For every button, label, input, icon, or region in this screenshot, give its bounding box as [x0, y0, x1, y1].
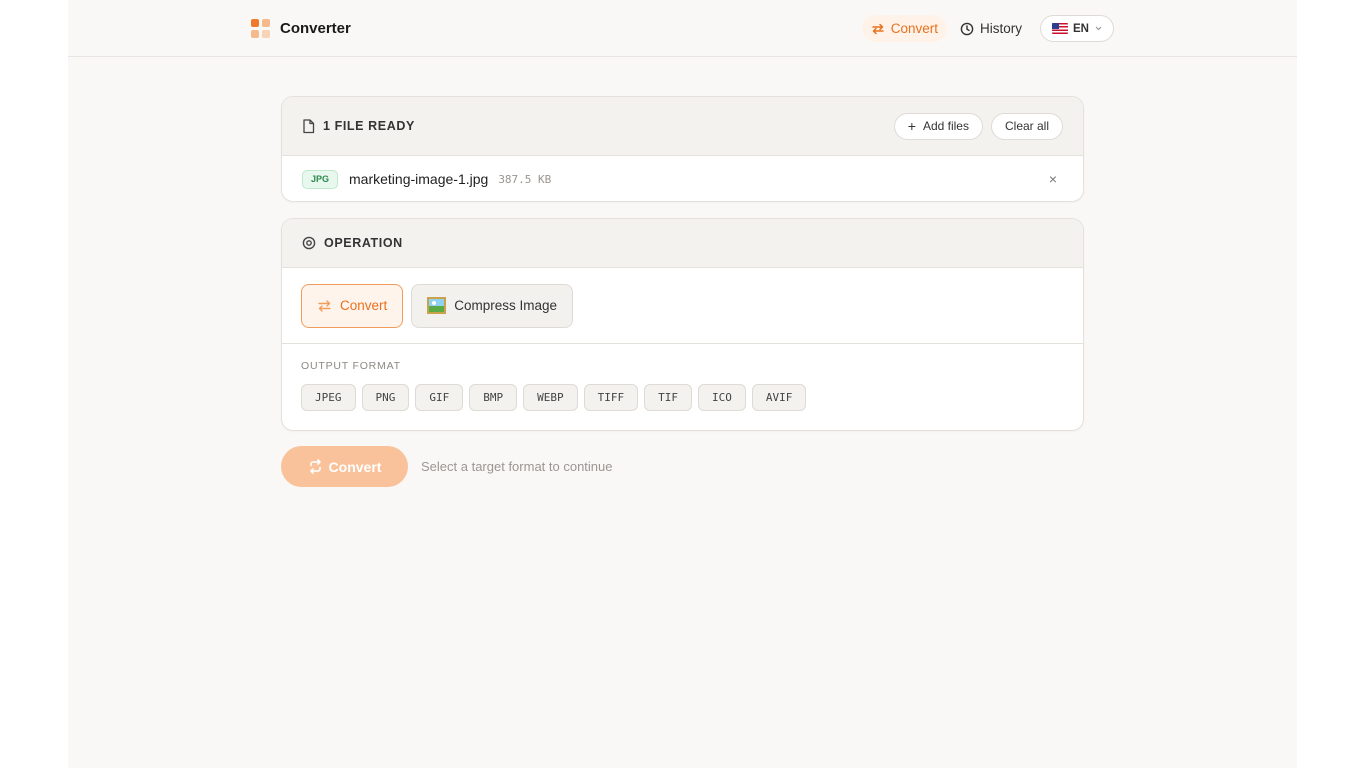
chevron-down-icon	[1095, 26, 1102, 31]
files-actions: + Add files Clear all	[886, 112, 1063, 140]
swap-arrows-icon	[309, 459, 321, 474]
swap-arrows-icon	[318, 299, 331, 312]
format-ico-button[interactable]: ICO	[698, 384, 746, 411]
files-card: 1 FILE READY + Add files Clear all JPG m…	[281, 96, 1084, 202]
operation-convert-button[interactable]: Convert	[301, 283, 404, 328]
file-type-badge: JPG	[302, 169, 339, 189]
operation-compress-label: Compress Image	[454, 298, 558, 313]
top-nav: Convert History EN	[858, 15, 1114, 42]
top-header: Converter Convert History EN	[68, 0, 1297, 57]
remove-file-close-icon[interactable]: ×	[1049, 171, 1057, 187]
add-files-button[interactable]: + Add files	[893, 112, 983, 140]
operation-card: OPERATION Convert Compress Image OUTPUT …	[281, 218, 1084, 431]
output-format-section: OUTPUT FORMAT JPEG PNG GIF BMP WEBP TIFF…	[282, 344, 1083, 411]
clear-all-button[interactable]: Clear all	[990, 112, 1063, 140]
us-flag-icon	[1052, 23, 1069, 34]
output-format-label: OUTPUT FORMAT	[301, 360, 401, 372]
file-name: marketing-image-1.jpg	[349, 171, 489, 187]
plus-icon: +	[907, 118, 916, 134]
format-webp-button[interactable]: WEBP	[523, 384, 578, 411]
file-icon	[303, 118, 315, 133]
nav-history-label: History	[980, 21, 1023, 36]
clock-icon	[960, 22, 974, 35]
files-card-header: 1 FILE READY + Add files Clear all	[282, 97, 1083, 156]
file-size: 387.5 KB	[498, 172, 552, 186]
nav-history[interactable]: History	[951, 15, 1031, 42]
operation-options: Convert Compress Image	[282, 268, 1083, 344]
format-tiff-button[interactable]: TIFF	[583, 384, 639, 411]
brand-logo[interactable]: Converter	[251, 19, 351, 38]
file-list-item: JPG marketing-image-1.jpg 387.5 KB ×	[282, 156, 1083, 201]
clear-all-label: Clear all	[1004, 119, 1049, 133]
format-list: JPEG PNG GIF BMP WEBP TIFF TIF ICO AVIF	[301, 384, 1064, 411]
logo-grid-icon	[251, 19, 270, 38]
language-code: EN	[1073, 22, 1089, 35]
format-tif-button[interactable]: TIF	[644, 384, 692, 411]
language-selector[interactable]: EN	[1040, 15, 1114, 42]
convert-submit-button[interactable]: Convert	[281, 446, 408, 487]
nav-convert[interactable]: Convert	[861, 15, 947, 42]
brand-title: Converter	[280, 20, 351, 37]
target-icon	[302, 236, 316, 250]
operation-convert-label: Convert	[340, 298, 388, 313]
operation-title: OPERATION	[324, 236, 403, 250]
format-avif-button[interactable]: AVIF	[751, 384, 807, 411]
format-gif-button[interactable]: GIF	[415, 384, 464, 411]
files-count-title: 1 FILE READY	[323, 119, 415, 133]
swap-arrows-icon	[871, 23, 884, 34]
add-files-label: Add files	[922, 119, 969, 133]
framed-picture-icon	[427, 297, 447, 314]
format-bmp-button[interactable]: BMP	[469, 384, 518, 411]
convert-hint-text: Select a target format to continue	[421, 459, 613, 474]
format-png-button[interactable]: PNG	[361, 384, 410, 411]
app-page: Converter Convert History EN 1 FILE READ…	[68, 0, 1297, 768]
convert-submit-label: Convert	[328, 458, 382, 475]
operation-compress-button[interactable]: Compress Image	[411, 283, 574, 328]
format-jpeg-button[interactable]: JPEG	[301, 384, 356, 411]
operation-card-header: OPERATION	[282, 219, 1083, 268]
nav-convert-label: Convert	[890, 21, 938, 36]
